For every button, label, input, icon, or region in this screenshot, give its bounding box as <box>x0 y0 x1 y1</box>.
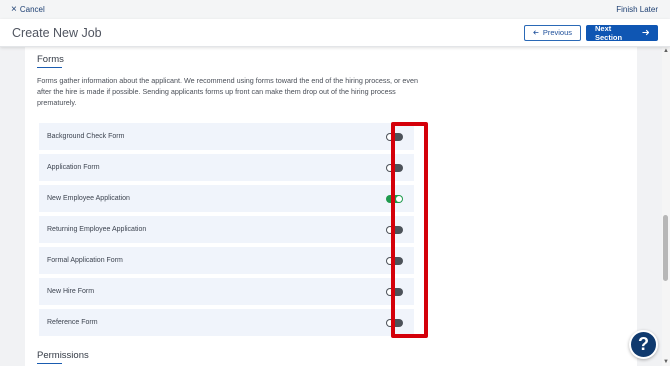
form-toggle-new-employee-application[interactable] <box>386 194 403 203</box>
help-button[interactable]: ? <box>629 330 658 359</box>
form-toggle-returning-employee-application[interactable] <box>386 225 403 234</box>
page-title: Create New Job <box>12 25 102 40</box>
page-header: Create New Job Previous Next Section <box>0 19 670 47</box>
permissions-title-text: Permissions <box>37 350 89 361</box>
permissions-section-title: Permissions <box>37 350 89 364</box>
form-label: Formal Application Form <box>47 257 123 264</box>
scroll-down-icon[interactable]: ▼ <box>662 358 670 366</box>
form-toggle-background-check[interactable] <box>386 132 403 141</box>
form-row-new-hire: New Hire Form <box>39 278 414 305</box>
section-underline <box>37 363 62 364</box>
form-row-new-employee-application: New Employee Application <box>39 185 414 212</box>
form-label: New Employee Application <box>47 195 130 202</box>
forms-section-title: Forms <box>37 54 64 68</box>
form-label: Background Check Form <box>47 133 125 140</box>
form-row-application: Application Form <box>39 154 414 181</box>
help-icon: ? <box>638 334 649 354</box>
form-label: New Hire Form <box>47 288 95 295</box>
top-bar: × Cancel Finish Later <box>0 0 670 19</box>
forms-card: Forms Forms gather information about the… <box>25 47 637 366</box>
arrow-right-icon <box>641 29 649 36</box>
header-actions: Previous Next Section <box>524 23 658 42</box>
cancel-label: Cancel <box>19 5 45 14</box>
main-content: Forms Forms gather information about the… <box>0 47 662 366</box>
form-row-background-check: Background Check Form <box>39 123 414 150</box>
form-label: Returning Employee Application <box>47 226 147 233</box>
previous-label: Previous <box>542 28 572 37</box>
form-toggle-reference[interactable] <box>386 318 403 327</box>
close-icon: × <box>11 3 17 15</box>
form-row-formal-application: Formal Application Form <box>39 247 414 274</box>
previous-button[interactable]: Previous <box>524 24 581 41</box>
form-toggle-new-hire[interactable] <box>386 287 403 296</box>
forms-title-text: Forms <box>37 54 64 65</box>
section-underline <box>37 67 62 68</box>
form-row-returning-employee-application: Returning Employee Application <box>39 216 414 243</box>
form-row-reference: Reference Form <box>39 309 414 336</box>
next-section-label: Next Section <box>595 23 623 42</box>
arrow-left-icon <box>533 30 539 35</box>
finish-later-link[interactable]: Finish Later <box>616 5 658 14</box>
form-toggle-formal-application[interactable] <box>386 256 403 265</box>
next-section-button[interactable]: Next Section <box>586 23 658 42</box>
cancel-link[interactable]: × Cancel <box>11 3 45 15</box>
scroll-up-icon[interactable]: ▲ <box>662 47 670 55</box>
forms-description: Forms gather information about the appli… <box>37 76 419 107</box>
vertical-scrollbar[interactable]: ▲ ▼ <box>662 47 670 366</box>
form-label: Reference Form <box>47 319 98 326</box>
form-label: Application Form <box>47 164 100 171</box>
scrollbar-thumb[interactable] <box>663 215 668 281</box>
forms-list: Background Check Form Application Form N… <box>39 123 414 340</box>
form-toggle-application[interactable] <box>386 163 403 172</box>
